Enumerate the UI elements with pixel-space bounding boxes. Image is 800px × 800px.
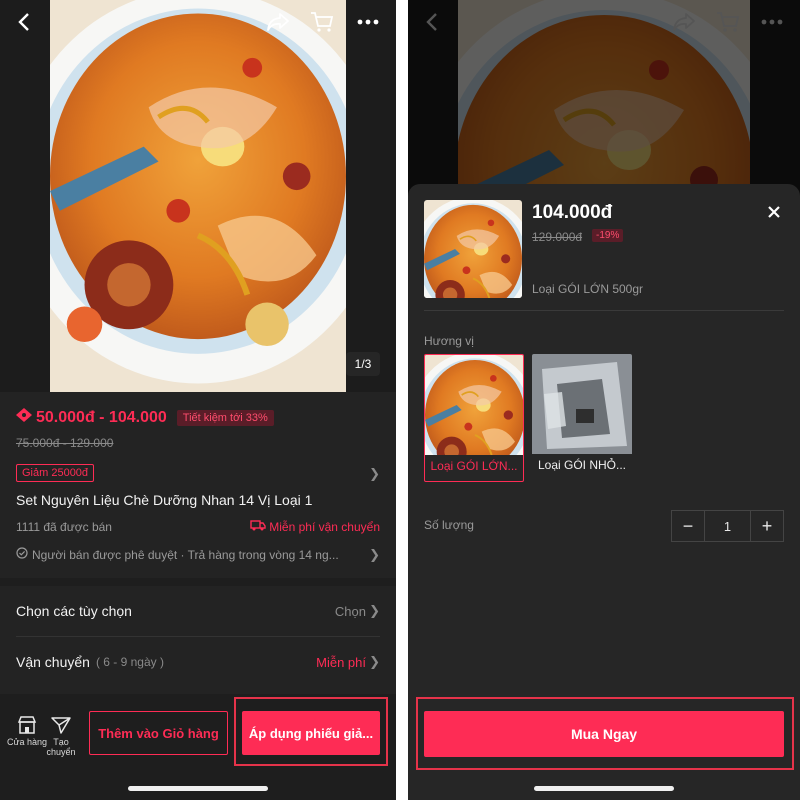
- variant-option-image: [532, 354, 632, 454]
- product-title: Set Nguyên Liệu Chè Dưỡng Nhan 14 Vị Loạ…: [16, 492, 313, 508]
- selected-variant-thumbnail: [424, 200, 522, 298]
- variant-option-small[interactable]: Loại GÓI NHỎ...: [532, 354, 632, 482]
- seller-assurance[interactable]: Người bán được phê duyệt · Trả hàng tron…: [16, 547, 339, 562]
- chevron-right-icon[interactable]: ❯: [369, 547, 380, 563]
- variant-bottom-sheet: 104.000đ 129.000đ -19% Loại GÓI LỚN 500g…: [408, 184, 800, 800]
- product-detail-screen: 1/3 50.000đ - 104.000 Tiết kiệm tới 33% …: [0, 0, 396, 800]
- quantity-label: Số lượng: [424, 518, 474, 532]
- variant-picker-screen: 104.000đ 129.000đ -19% Loại GÓI LỚN 500g…: [408, 0, 800, 800]
- plus-icon[interactable]: +: [751, 511, 783, 541]
- options-value: Chọn: [334, 603, 366, 619]
- top-bar: [0, 0, 396, 44]
- cart-icon[interactable]: [308, 8, 336, 36]
- home-indicator: [534, 786, 674, 791]
- ticket-icon: [16, 408, 32, 427]
- options-section: Chọn các tùy chọn Chọn ❯ Vận chuyển ( 6 …: [0, 586, 396, 694]
- home-indicator: [128, 786, 268, 791]
- shipping-value: Miễn phí: [316, 654, 366, 670]
- share-to-button[interactable]: Tạo chuyển: [39, 716, 83, 757]
- choose-options-row[interactable]: Chọn các tùy chọn Chọn ❯: [16, 586, 380, 636]
- shipping-days: ( 6 - 9 ngày ): [95, 655, 164, 669]
- variant-option-label: Loại GÓI LỚN...: [430, 459, 518, 473]
- variant-option-label: Loại GÓI NHỎ...: [537, 458, 627, 472]
- more-icon: [758, 8, 786, 36]
- free-shipping-label: Miễn phí vận chuyển: [250, 519, 380, 534]
- shipping-label: Vận chuyển: [16, 654, 90, 670]
- close-icon[interactable]: [764, 202, 784, 222]
- back-icon: [418, 8, 446, 36]
- chevron-right-icon[interactable]: ❯: [369, 466, 380, 482]
- check-circle-icon: [16, 547, 28, 562]
- old-price-range: 75.000đ - 129.000: [16, 436, 114, 450]
- chevron-right-icon: ❯: [369, 603, 380, 618]
- sheet-price: 104.000đ: [532, 202, 613, 223]
- more-icon[interactable]: [354, 8, 382, 36]
- quantity-stepper: − 1 +: [671, 510, 784, 542]
- product-image[interactable]: [50, 0, 346, 392]
- coupon-badge[interactable]: Giảm 25000đ: [16, 464, 95, 482]
- top-bar: [408, 0, 800, 44]
- save-badge: Tiết kiệm tới 33%: [176, 409, 274, 426]
- add-to-cart-button[interactable]: Thêm vào Giỏ hàng: [89, 711, 228, 755]
- cart-icon: [714, 8, 742, 36]
- assurance-text: Người bán được phê duyệt · Trả hàng tron…: [32, 547, 339, 562]
- apply-coupon-button[interactable]: Áp dụng phiếu giả...: [242, 711, 380, 755]
- options-label: Chọn các tùy chọn: [16, 603, 132, 619]
- share-icon: [670, 8, 698, 36]
- minus-icon[interactable]: −: [672, 511, 704, 541]
- price-section: 50.000đ - 104.000 Tiết kiệm tới 33% 75.0…: [0, 392, 396, 578]
- chevron-right-icon: ❯: [369, 654, 380, 669]
- price-range: 50.000đ - 104.000: [36, 408, 167, 426]
- selected-variant-label: Loại GÓI LỚN 500gr: [532, 282, 644, 296]
- bottom-action-bar: Cửa hàng Tạo chuyển Thêm vào Giỏ hàng Áp…: [0, 700, 396, 800]
- divider: [424, 310, 784, 311]
- image-counter: 1/3: [346, 352, 380, 376]
- buy-now-button[interactable]: Mua Ngay: [424, 711, 784, 757]
- back-icon[interactable]: [10, 8, 38, 36]
- flavor-label: Hương vị: [424, 334, 474, 348]
- shipping-row[interactable]: Vận chuyển ( 6 - 9 ngày ) Miễn phí ❯: [16, 637, 380, 687]
- sheet-old-price: 129.000đ: [532, 230, 583, 244]
- send-icon: [39, 716, 83, 734]
- free-shipping-text: Miễn phí vận chuyển: [269, 519, 380, 534]
- discount-badge: -19%: [592, 229, 624, 242]
- share-to-label: Tạo chuyển: [46, 737, 76, 757]
- variant-option-image: [425, 355, 523, 455]
- quantity-value[interactable]: 1: [704, 511, 751, 541]
- share-icon[interactable]: [264, 8, 292, 36]
- truck-icon: [250, 519, 266, 534]
- variant-option-large[interactable]: Loại GÓI LỚN...: [424, 354, 524, 482]
- sold-count: 1111 đã được bán: [16, 520, 112, 534]
